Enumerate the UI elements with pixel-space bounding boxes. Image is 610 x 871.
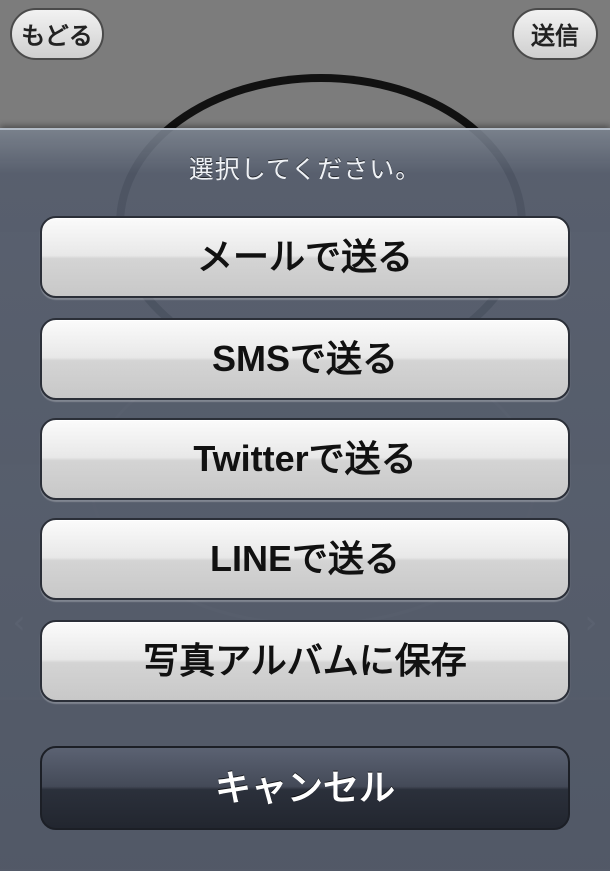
save-to-album-button[interactable]: 写真アルバムに保存: [40, 620, 570, 702]
cancel-button[interactable]: キャンセル: [40, 746, 570, 830]
send-line-button[interactable]: LINEで送る: [40, 518, 570, 600]
back-button[interactable]: もどる: [10, 8, 104, 60]
send-mail-button[interactable]: メールで送る: [40, 216, 570, 298]
send-sms-button[interactable]: SMSで送る: [40, 318, 570, 400]
action-sheet-title: 選択してください。: [188, 155, 422, 184]
action-sheet: 選択してください。 メールで送る SMSで送る Twitterで送る LINEで…: [0, 128, 610, 871]
send-button[interactable]: 送信: [512, 8, 598, 60]
send-twitter-button[interactable]: Twitterで送る: [40, 418, 570, 500]
